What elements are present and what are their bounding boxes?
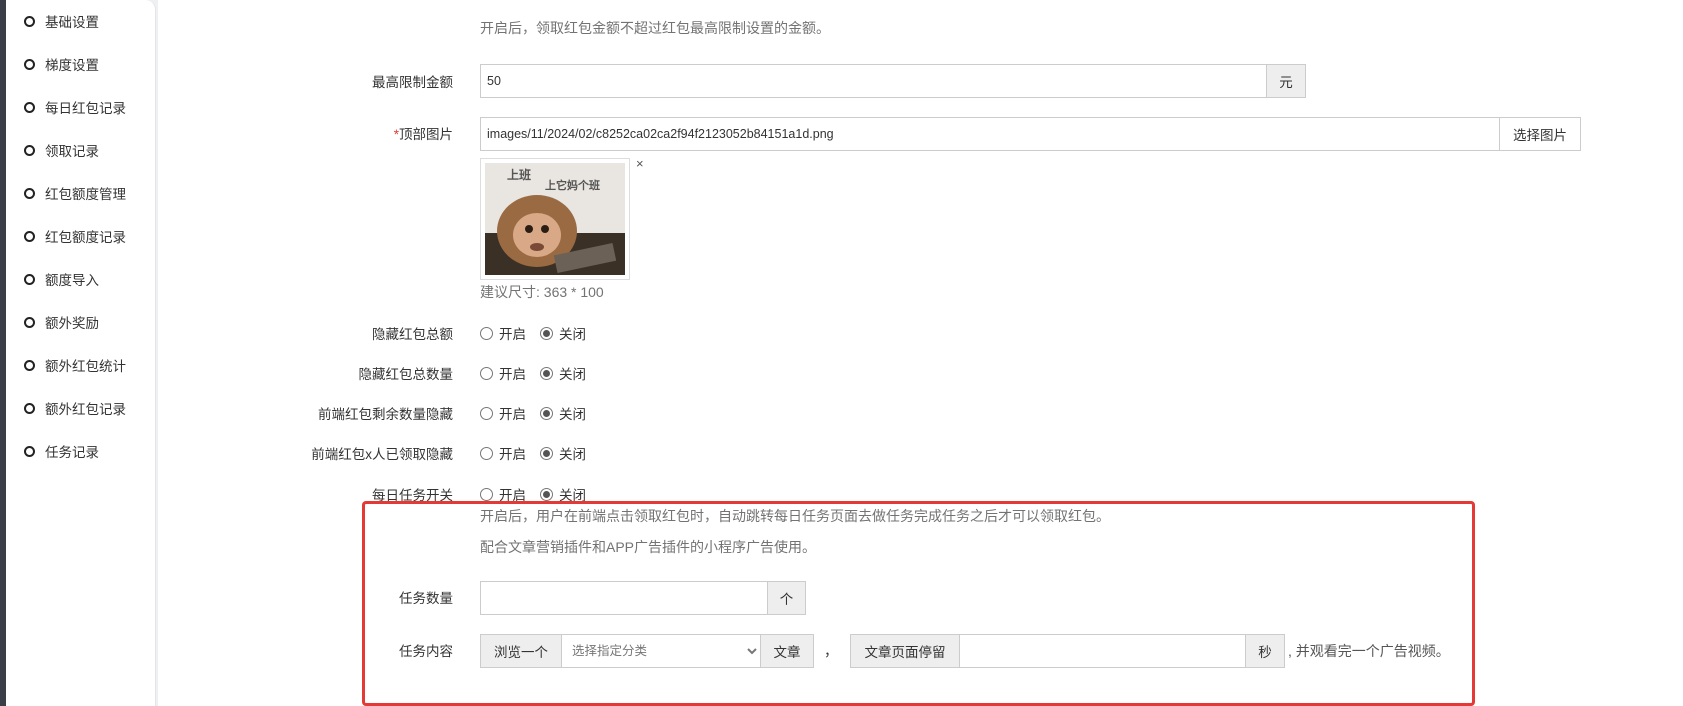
radio-icon (480, 446, 493, 460)
sidebar-item-extra-records[interactable]: 额外红包记录 (24, 398, 126, 418)
top-image-label: *顶部图片 (393, 127, 453, 142)
browse-addon: 浏览一个 (480, 634, 562, 668)
hide-received-label: 前端红包x人已领取隐藏 (311, 447, 453, 462)
radio-checked-icon (540, 446, 553, 460)
seconds-addon: 秒 (1245, 634, 1285, 668)
hide-received-on[interactable]: 开启 (480, 443, 526, 463)
circle-icon (24, 15, 35, 27)
radio-checked-icon (540, 487, 553, 501)
top-help-text: 开启后，领取红包金额不超过红包最高限制设置的金额。 (480, 20, 830, 36)
ad-video-text: , 并观看完一个广告视频。 (1288, 643, 1450, 659)
sidebar-item-quota-management[interactable]: 红包额度管理 (24, 183, 126, 203)
hide-total-count-off[interactable]: 关闭 (540, 363, 586, 383)
sidebar: 基础设置 梯度设置 每日红包记录 领取记录 红包额度管理 红包额度记录 额度导入… (6, 0, 156, 706)
daily-task-on[interactable]: 开启 (480, 484, 526, 504)
hide-total-amount-off[interactable]: 关闭 (540, 323, 586, 343)
hide-received-radios: 开启 关闭 (480, 443, 600, 463)
hide-remaining-on[interactable]: 开启 (480, 403, 526, 423)
radio-icon (480, 406, 493, 420)
circle-icon (24, 316, 35, 328)
radio-checked-icon (540, 406, 553, 420)
task-count-input[interactable] (480, 581, 768, 615)
article-addon: 文章 (760, 634, 814, 668)
radio-icon (480, 487, 493, 501)
max-amount-label: 最高限制金额 (372, 75, 453, 90)
circle-icon (24, 230, 35, 242)
circle-icon (24, 144, 35, 156)
sidebar-item-daily-records[interactable]: 每日红包记录 (24, 97, 126, 117)
hide-remaining-off[interactable]: 关闭 (540, 403, 586, 423)
select-image-button[interactable]: 选择图片 (1499, 117, 1581, 151)
hide-remaining-label: 前端红包剩余数量隐藏 (318, 407, 453, 422)
hide-total-count-radios: 开启 关闭 (480, 363, 600, 383)
task-unit-addon: 个 (767, 581, 806, 615)
daily-task-help-2: 配合文章营销插件和APP广告插件的小程序广告使用。 (480, 539, 817, 555)
top-image-path-input[interactable]: images/11/2024/02/c8252ca02ca2f94f212305… (480, 117, 1500, 151)
image-size-hint: 建议尺寸: 363 * 100 (480, 284, 604, 300)
circle-icon (24, 445, 35, 457)
task-content-label: 任务内容 (399, 644, 453, 659)
hide-received-off[interactable]: 关闭 (540, 443, 586, 463)
stay-addon: 文章页面停留 (850, 634, 960, 668)
radio-checked-icon (540, 366, 553, 380)
daily-task-off[interactable]: 关闭 (540, 484, 586, 504)
circle-icon (24, 402, 35, 414)
sidebar-item-quota-import[interactable]: 额度导入 (24, 269, 99, 289)
category-select[interactable]: 选择指定分类 (561, 634, 761, 668)
monkey-image: 上班 上它妈个班 (485, 163, 625, 275)
hide-total-amount-radios: 开启 关闭 (480, 323, 600, 343)
settings-form: 开启后，领取红包金额不超过红包最高限制设置的金额。 最高限制金额 元 *顶部图片… (158, 0, 1683, 706)
circle-icon (24, 187, 35, 199)
sidebar-item-claim-records[interactable]: 领取记录 (24, 140, 99, 160)
remove-image-icon[interactable]: × (636, 156, 644, 171)
sidebar-item-gradient-settings[interactable]: 梯度设置 (24, 54, 99, 74)
sidebar-item-extra-rewards[interactable]: 额外奖励 (24, 312, 99, 332)
radio-icon (480, 366, 493, 380)
hide-total-count-on[interactable]: 开启 (480, 363, 526, 383)
daily-task-help-1: 开启后，用户在前端点击领取红包时，自动跳转每日任务页面去做任务完成任务之后才可以… (480, 508, 1110, 524)
hide-total-amount-label: 隐藏红包总额 (372, 327, 453, 342)
sidebar-item-quota-records[interactable]: 红包额度记录 (24, 226, 126, 246)
circle-icon (24, 273, 35, 285)
comma-separator: ， (824, 643, 838, 659)
sidebar-item-task-records[interactable]: 任务记录 (24, 441, 99, 461)
sidebar-item-extra-stats[interactable]: 额外红包统计 (24, 355, 126, 375)
radio-icon (480, 326, 493, 340)
max-amount-input[interactable] (480, 64, 1267, 98)
task-count-label: 任务数量 (399, 591, 453, 606)
daily-task-label: 每日任务开关 (372, 488, 453, 503)
circle-icon (24, 101, 35, 113)
top-image-thumbnail: 上班 上它妈个班 (480, 158, 630, 280)
sidebar-item-basic-settings[interactable]: 基础设置 (24, 11, 99, 31)
circle-icon (24, 359, 35, 371)
hide-total-amount-on[interactable]: 开启 (480, 323, 526, 343)
hide-total-count-label: 隐藏红包总数量 (358, 367, 454, 382)
yuan-unit-addon: 元 (1266, 64, 1306, 98)
circle-icon (24, 58, 35, 70)
thumb-caption-left: 上班 (507, 167, 531, 182)
thumb-caption-right: 上它妈个班 (545, 178, 600, 192)
daily-task-radios: 开启 关闭 (480, 484, 600, 504)
radio-checked-icon (540, 326, 553, 340)
hide-remaining-radios: 开启 关闭 (480, 403, 600, 423)
stay-seconds-input[interactable] (959, 634, 1246, 668)
